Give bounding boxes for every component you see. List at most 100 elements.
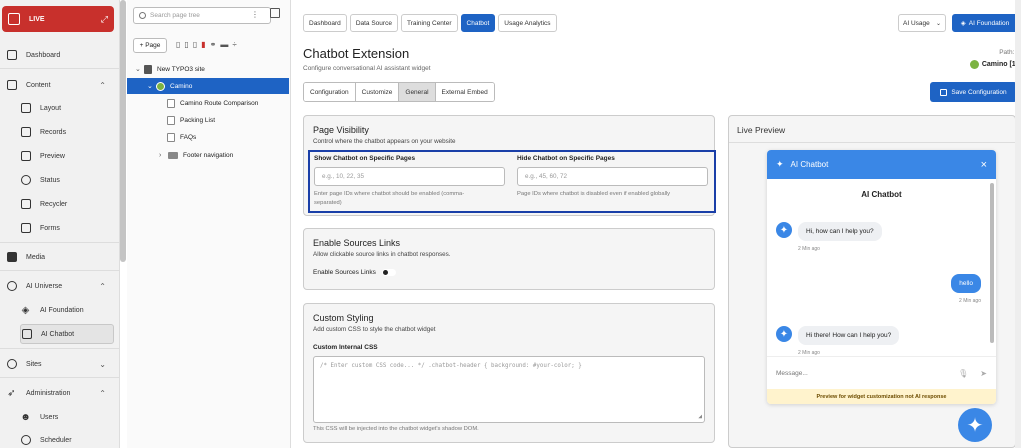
tree-node-camino[interactable]: ⌄ Camino — [127, 78, 289, 94]
sidebar-item-ai-foundation[interactable]: ◈ AI Foundation — [20, 300, 114, 320]
tree-node-label: New TYPO3 site — [157, 65, 205, 73]
tree-node-footer-nav[interactable]: › Footer navigation — [159, 147, 287, 163]
tree-node-root[interactable]: ⌄ New TYPO3 site — [135, 61, 285, 77]
collapse-panel-icon[interactable] — [270, 8, 280, 18]
widget-header: ✦ AI Chatbot × — [767, 150, 996, 179]
forms-icon — [20, 223, 31, 234]
tree-node-label: Camino — [170, 82, 193, 90]
sidebar-item-forms[interactable]: Forms — [20, 218, 114, 238]
subtab-configuration[interactable]: Configuration — [304, 83, 356, 101]
page-type-icon[interactable]: ▯ — [184, 40, 188, 49]
sidebar-item-users[interactable]: ☻ Users — [20, 407, 114, 427]
sidebar-item-label: Recycler — [40, 200, 68, 208]
chevron-right-icon[interactable]: › — [159, 152, 168, 159]
sidebar-item-ai-universe[interactable]: AI Universe ⌃ — [6, 276, 114, 296]
css-label: Custom Internal CSS — [313, 344, 378, 351]
divider-icon[interactable]: ÷ — [232, 40, 236, 49]
sidebar-item-ai-chatbot[interactable]: AI Chatbot — [20, 324, 114, 344]
chevron-up-icon[interactable]: ⌃ — [99, 81, 106, 90]
sidebar-item-recycler[interactable]: Recycler — [20, 194, 114, 214]
preview-icon — [20, 151, 31, 162]
more-menu-icon[interactable]: ⋮ — [251, 10, 259, 19]
link-icon[interactable]: ⚭ — [210, 40, 217, 49]
subtab-general[interactable]: General — [399, 83, 436, 101]
tree-node-route-comparison[interactable]: Camino Route Comparison — [167, 95, 287, 111]
sidebar-item-sites[interactable]: Sites ⌄ — [6, 354, 114, 374]
sidebar-item-label: Status — [40, 176, 60, 184]
save-label: Save Configuration — [951, 88, 1007, 96]
sidebar-item-scheduler[interactable]: Scheduler — [20, 430, 114, 448]
module-sidebar: LIVE ⤢ Dashboard Content ⌃ Layout Record… — [0, 0, 120, 448]
hide-pages-input[interactable]: e.g., 45, 60, 72 — [517, 167, 708, 186]
widget-scrollbar[interactable] — [990, 183, 994, 343]
tab-data-source[interactable]: Data Source — [349, 14, 398, 32]
chevron-down-icon[interactable]: ⌄ — [99, 360, 106, 369]
close-icon[interactable]: × — [981, 159, 987, 171]
tree-node-label: Footer navigation — [183, 151, 234, 159]
widget-title: AI Chatbot — [861, 190, 902, 199]
sidebar-item-label: AI Foundation — [40, 306, 84, 314]
show-pages-input[interactable]: e.g., 10, 22, 35 — [314, 167, 505, 186]
chevron-down-icon[interactable]: ⌄ — [135, 65, 144, 73]
layers-icon: ◈ — [21, 304, 30, 316]
chevron-up-icon[interactable]: ⌃ — [99, 389, 106, 398]
sidebar-item-preview[interactable]: Preview — [20, 146, 114, 166]
sidebar-item-dashboard[interactable]: Dashboard — [6, 45, 114, 65]
site-root-icon — [144, 64, 152, 74]
sidebar-item-label: Scheduler — [40, 436, 72, 444]
resize-handle-icon[interactable]: ◢ — [698, 413, 702, 420]
ai-usage-select[interactable]: AI Usage ⌄ — [898, 14, 946, 32]
page-visibility-panel: Page Visibility Control where the chatbo… — [303, 115, 716, 216]
sidebar-item-content[interactable]: Content ⌃ — [6, 75, 114, 95]
sidebar-scrollbar[interactable] — [120, 0, 126, 262]
custom-css-textarea[interactable]: /* Enter custom CSS code... */ .chatbot-… — [313, 356, 705, 423]
save-configuration-button[interactable]: Save Configuration — [930, 82, 1017, 102]
sidebar-item-label: Users — [40, 413, 59, 421]
page-icon — [167, 98, 175, 108]
page-type-icon[interactable]: ▯ — [193, 40, 197, 49]
subtab-external-embed[interactable]: External Embed — [435, 83, 494, 101]
tab-training-center[interactable]: Training Center — [400, 14, 458, 32]
live-label: LIVE — [29, 15, 45, 23]
ai-foundation-button[interactable]: ◈ AI Foundation — [952, 14, 1018, 32]
send-icon[interactable]: ➤ — [980, 369, 987, 378]
message-time: 2 Min ago — [959, 298, 981, 304]
sidebar-item-label: Administration — [26, 389, 71, 397]
chatbot-launcher-icon[interactable]: ✦ — [958, 408, 992, 442]
new-page-button[interactable]: + Page — [133, 38, 167, 53]
page-icon — [167, 132, 175, 142]
page-type-icon[interactable]: ▯ — [176, 40, 180, 49]
tab-chatbot[interactable]: Chatbot — [460, 14, 496, 32]
microphone-icon[interactable]: 🎙 — [958, 369, 968, 378]
live-site-button[interactable]: LIVE ⤢ — [2, 6, 114, 32]
sidebar-item-label: Preview — [40, 152, 65, 160]
sidebar-item-media[interactable]: Media — [6, 247, 114, 267]
tab-usage-analytics[interactable]: Usage Analytics — [498, 14, 557, 32]
chevron-up-icon[interactable]: ⌃ — [99, 282, 106, 291]
chevron-down-icon: ⌄ — [935, 20, 941, 27]
sidebar-item-administration[interactable]: ➶ Administration ⌃ — [6, 383, 114, 403]
hide-pages-label: Hide Chatbot on Specific Pages — [517, 155, 615, 162]
ai-universe-icon — [6, 281, 17, 292]
subtab-customize[interactable]: Customize — [355, 83, 400, 101]
folder-icon[interactable]: ▬ — [220, 40, 228, 49]
bot-avatar: ✦ — [776, 326, 792, 342]
main-scrollbar[interactable] — [1015, 0, 1021, 448]
tree-node-packing-list[interactable]: Packing List — [167, 112, 287, 128]
message-input[interactable]: Message... 🎙 ➤ — [767, 356, 996, 389]
page-type-icon[interactable]: ▮ — [201, 40, 205, 49]
layers-icon: ◈ — [960, 20, 966, 27]
tab-dashboard[interactable]: Dashboard — [303, 14, 347, 32]
sidebar-item-layout[interactable]: Layout — [20, 98, 114, 118]
bot-message: Hi, how can I help you? — [798, 222, 882, 241]
sidebar-item-status[interactable]: Status — [20, 170, 114, 190]
divider — [729, 142, 1015, 143]
sources-toggle[interactable] — [381, 269, 396, 276]
media-icon — [6, 252, 17, 263]
folder-icon — [168, 151, 178, 159]
tree-node-faqs[interactable]: FAQs — [167, 129, 287, 145]
sidebar-item-records[interactable]: Records — [20, 122, 114, 142]
save-icon — [940, 88, 948, 96]
collapse-arrows-icon[interactable]: ⤢ — [101, 14, 108, 25]
chevron-down-icon[interactable]: ⌄ — [147, 82, 156, 90]
